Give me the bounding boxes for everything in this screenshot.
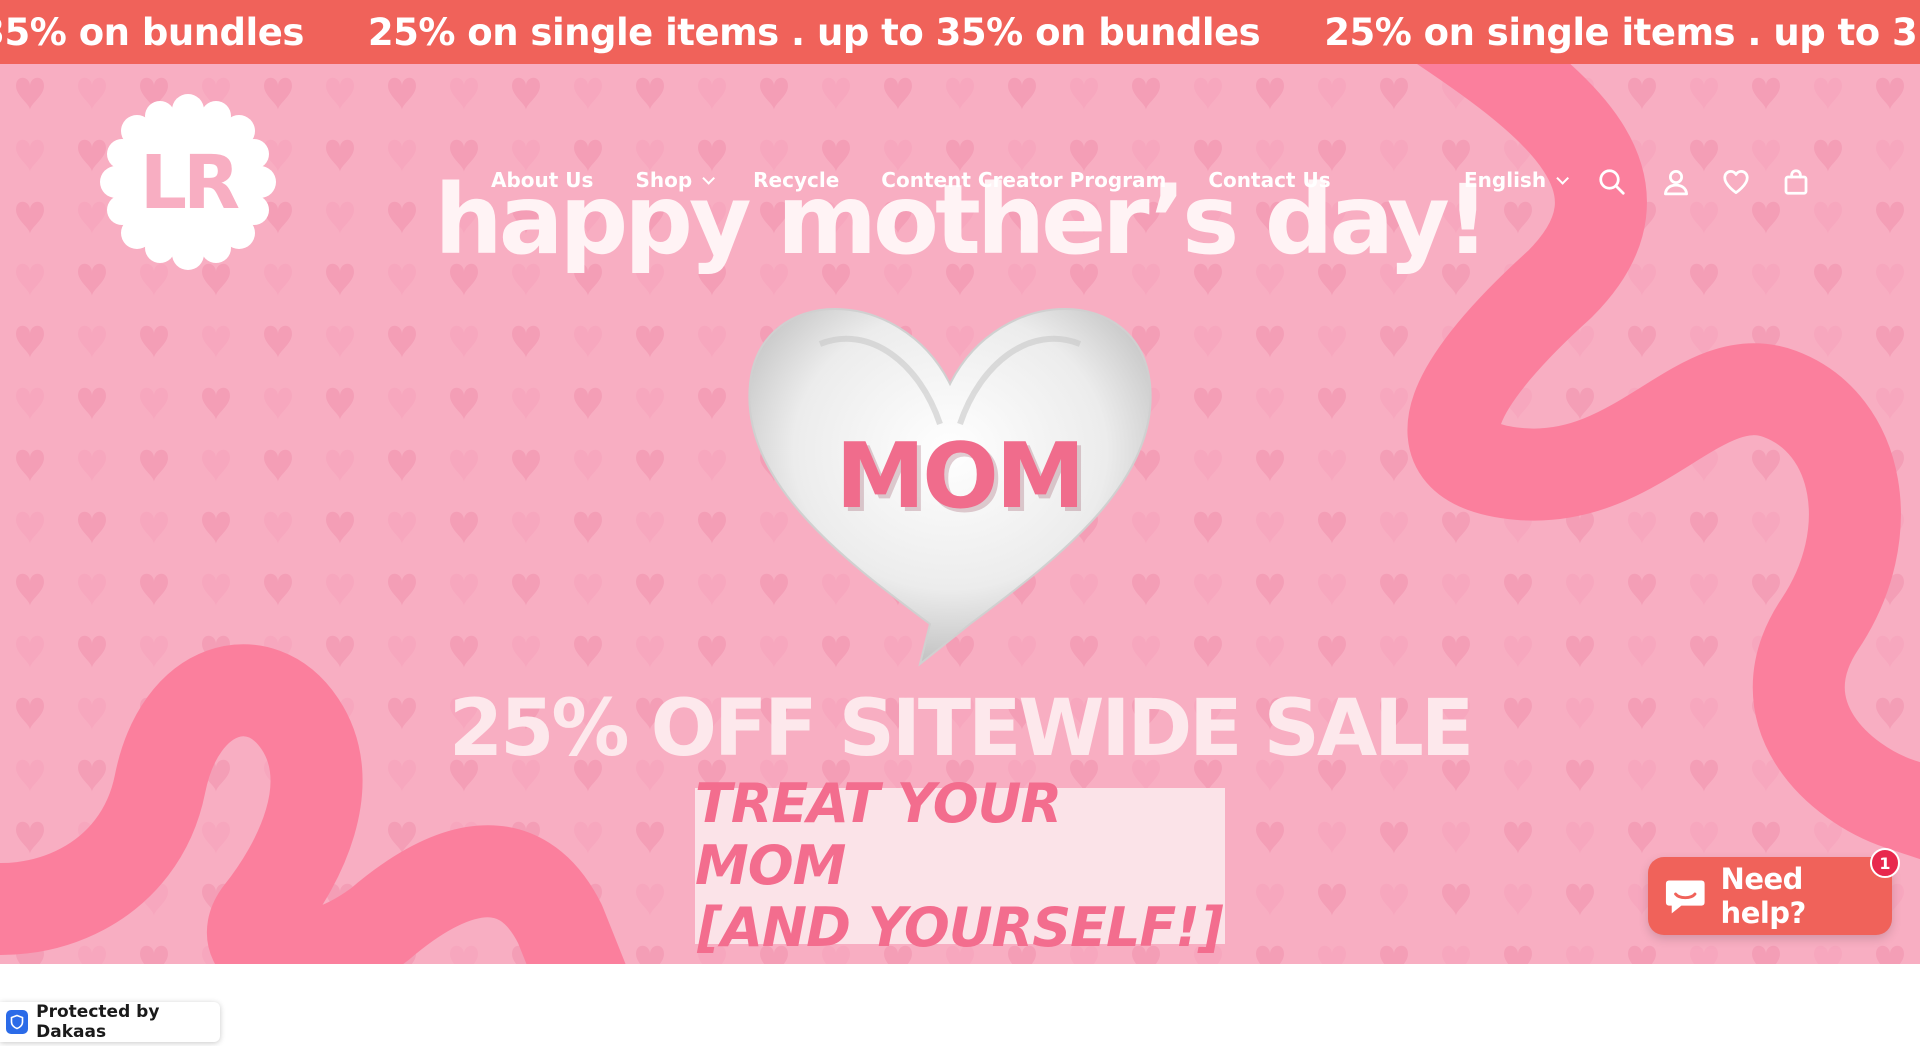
nav-item-recycle[interactable]: Recycle	[753, 168, 839, 192]
announcement-track: o 35% on bundles 25% on single items . u…	[0, 0, 1920, 64]
nav-item-label: Content Creator Program	[881, 168, 1167, 192]
language-selector[interactable]: English	[1464, 168, 1570, 192]
main-nav: About Us Shop Recycle Content Creator Pr…	[491, 168, 1373, 192]
protection-text: Protected by Dakaas	[36, 1002, 160, 1042]
wishlist-icon	[1723, 170, 1749, 194]
search-icon	[1599, 169, 1625, 195]
wishlist-button[interactable]	[1718, 164, 1754, 200]
help-chat-button[interactable]: Need help?	[1648, 857, 1892, 935]
protection-badge[interactable]: Protected by Dakaas	[0, 1002, 220, 1042]
shield-icon	[6, 1010, 29, 1034]
promo-box-line2: [AND YOURSELF!]	[697, 896, 1223, 959]
announcement-item: o 35% on bundles	[0, 10, 304, 54]
nav-item-label: Contact Us	[1208, 168, 1331, 192]
site-header: LR About Us Shop Recycle Content Creator…	[0, 64, 1920, 294]
announcement-item: 25% on single items . up to 35% on b	[1324, 10, 1920, 54]
chevron-down-icon	[702, 171, 716, 185]
announcement-bar: o 35% on bundles 25% on single items . u…	[0, 0, 1920, 64]
nav-item-shop[interactable]: Shop	[635, 168, 716, 192]
cart-button[interactable]	[1778, 164, 1814, 200]
promo-box: TREAT YOUR MOM [AND YOURSELF!]	[695, 773, 1225, 959]
search-button[interactable]	[1594, 164, 1630, 200]
promo-box-line1: TREAT YOUR MOM	[695, 772, 1062, 897]
logo-text: LR	[140, 140, 239, 226]
chat-bubble-icon	[1665, 880, 1705, 914]
help-chat-label: Need help?	[1720, 862, 1807, 930]
nav-item-contact-us[interactable]: Contact Us	[1208, 168, 1330, 192]
site-logo[interactable]: LR	[100, 94, 276, 270]
account-button[interactable]	[1658, 164, 1694, 200]
account-icon	[1664, 170, 1688, 196]
language-label: English	[1464, 168, 1547, 192]
nav-item-about-us[interactable]: About Us	[491, 168, 593, 192]
logo-badge-icon: LR	[100, 94, 276, 270]
announcement-item: 25% on single items . up to 35% on bundl…	[367, 10, 1261, 54]
heart-text-label: MOM	[835, 424, 1086, 529]
nav-item-label: About Us	[491, 168, 594, 192]
nav-item-content-creator-program[interactable]: Content Creator Program	[881, 168, 1166, 192]
notification-badge: 1	[1870, 848, 1900, 878]
heart-text: MOM	[0, 424, 1920, 529]
nav-item-label: Recycle	[753, 168, 840, 192]
nav-item-label: Shop	[635, 168, 693, 192]
sale-headline: 25% OFF SITEWIDE SALE	[448, 684, 1474, 774]
chevron-down-icon	[1556, 171, 1570, 185]
cart-icon	[1784, 169, 1808, 195]
